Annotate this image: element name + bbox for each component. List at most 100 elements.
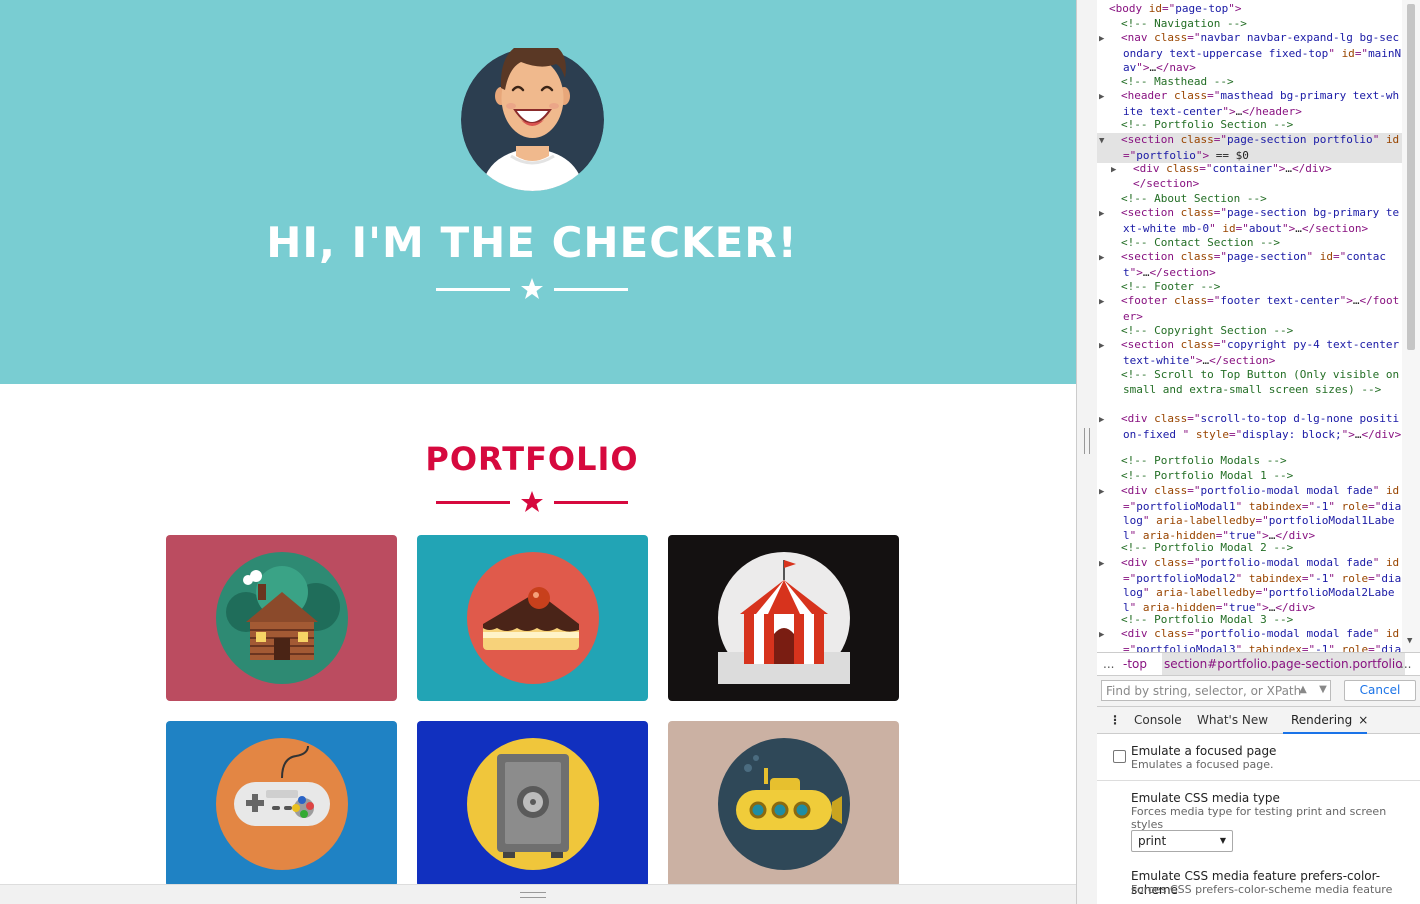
expand-arrow-icon[interactable]: ▶: [1099, 485, 1121, 500]
dom-token: =": [1354, 46, 1369, 60]
dom-tree-node[interactable]: ▶ <nav class="navbar navbar-expand-lg bg-…: [1097, 31, 1402, 76]
portfolio-item-cabin[interactable]: [166, 535, 397, 701]
breadcrumb-more-right[interactable]: ...: [1400, 653, 1411, 675]
dom-token: tabindex: [1248, 642, 1302, 652]
dom-token: ": [1372, 627, 1386, 640]
dom-token: <div: [1121, 627, 1155, 640]
dom-token: …: [1285, 162, 1292, 175]
dom-tree-node[interactable]: ▶ <div class="portfolio-modal modal fade"…: [1097, 484, 1402, 543]
dom-token: =": [1215, 600, 1229, 614]
emulate-focused-checkbox[interactable]: [1113, 750, 1126, 763]
dom-token: ": [1129, 600, 1143, 614]
collapse-arrow-icon[interactable]: ▼: [1099, 134, 1121, 149]
dom-tree-node[interactable]: <!-- Footer -->: [1097, 280, 1402, 295]
expand-arrow-icon[interactable]: ▶: [1099, 90, 1121, 105]
dom-token: </nav>: [1156, 61, 1196, 75]
expand-arrow-icon[interactable]: ▶: [1099, 557, 1121, 572]
dom-tree-node[interactable]: ▶ <div class="portfolio-modal modal fade"…: [1097, 627, 1402, 652]
dom-tree-node[interactable]: <!-- Copyright Section -->: [1097, 324, 1402, 339]
tab-whats-new[interactable]: What's New: [1197, 707, 1268, 733]
expand-arrow-icon[interactable]: ▶: [1099, 32, 1121, 47]
dom-tree-node[interactable]: <!-- Masthead -->: [1097, 75, 1402, 90]
dom-tree-node[interactable]: <!-- Portfolio Section -->: [1097, 118, 1402, 133]
dom-token: ">: [1272, 162, 1286, 175]
dom-tree-node[interactable]: ▼<body id="page-top">: [1097, 2, 1402, 18]
dom-token: == $0: [1209, 148, 1249, 162]
dom-tree-node[interactable]: <!-- Scroll to Top Button (Only visible …: [1097, 368, 1402, 397]
dom-token: =": [1228, 427, 1243, 441]
dom-tree-node[interactable]: ▼ <section class="page-section portfolio"…: [1097, 133, 1402, 164]
portfolio-item-safe[interactable]: [417, 721, 648, 887]
dom-token: ": [1328, 642, 1342, 652]
dom-tree-node[interactable]: </section>: [1097, 177, 1402, 192]
breadcrumb-item-body[interactable]: -top: [1123, 653, 1147, 675]
dom-tree-node[interactable]: ▶ <footer class="footer text-center">…</f…: [1097, 294, 1402, 324]
tab-console[interactable]: Console: [1134, 707, 1182, 733]
expand-arrow-icon[interactable]: ▶: [1099, 628, 1121, 643]
dom-tree-node[interactable]: <!-- Contact Section -->: [1097, 236, 1402, 251]
dom-tree-node[interactable]: ▶ <div class="scroll-to-top d-lg-none pos…: [1097, 412, 1402, 442]
scroll-down-icon[interactable]: ▼: [1407, 636, 1412, 646]
dom-token: </section>: [1301, 221, 1369, 235]
media-type-select[interactable]: print ▼: [1131, 830, 1233, 852]
dom-tree-node[interactable]: <!-- Portfolio Modal 1 -->: [1097, 469, 1402, 484]
dom-tree-node[interactable]: <!-- Navigation -->: [1097, 17, 1402, 32]
expand-arrow-icon[interactable]: ▶: [1099, 295, 1121, 310]
dom-token: =": [1123, 148, 1137, 162]
dom-token: ": [1182, 427, 1196, 441]
scrollbar-thumb[interactable]: [1407, 4, 1415, 350]
dom-token: class: [1154, 484, 1188, 497]
dom-token: class: [1154, 31, 1188, 44]
dom-token: =": [1301, 571, 1316, 585]
breadcrumb-more-left[interactable]: ...: [1103, 653, 1114, 675]
expand-arrow-icon[interactable]: ▶: [1099, 413, 1121, 428]
dom-token: <header: [1121, 89, 1174, 102]
portfolio-item-circus[interactable]: [668, 535, 899, 701]
portfolio-item-cake[interactable]: [417, 535, 648, 701]
dom-tree-node[interactable]: <!-- Portfolio Modal 2 -->: [1097, 541, 1402, 556]
dom-token: id: [1385, 556, 1400, 569]
dom-tree-node[interactable]: <!-- About Section -->: [1097, 192, 1402, 207]
dom-token: <div: [1133, 162, 1167, 175]
dom-token: aria-hidden: [1142, 600, 1216, 614]
dom-token: id: [1341, 46, 1355, 60]
chevron-up-icon[interactable]: ▲: [1294, 681, 1312, 699]
close-icon[interactable]: ×: [1358, 713, 1368, 727]
portfolio-item-game[interactable]: [166, 721, 397, 887]
dom-tree-node[interactable]: <!-- Portfolio Modals -->: [1097, 454, 1402, 469]
breadcrumb-item-current[interactable]: section#portfolio.page-section.portfolio: [1162, 653, 1405, 675]
dom-token: <!-- Scroll to Top Button (Only visible …: [1121, 368, 1400, 396]
dom-tree-node[interactable]: ▶ <section class="page-section" id="conta…: [1097, 250, 1402, 280]
dom-token: class: [1180, 250, 1214, 263]
gamepad-icon: [216, 738, 348, 870]
dom-tree-node[interactable]: ▶ <section class="copyright py-4 text-cen…: [1097, 338, 1402, 368]
cancel-button[interactable]: Cancel: [1344, 680, 1416, 701]
dom-token: …: [1295, 221, 1302, 235]
devtools-splitter[interactable]: [1076, 0, 1097, 904]
dom-token: ": [1328, 571, 1342, 585]
resize-grip-icon: [1084, 428, 1090, 454]
dom-token: =": [1187, 484, 1201, 497]
dom-tree-node[interactable]: ▶ <header class="masthead bg-primary text…: [1097, 89, 1402, 119]
dom-token: =": [1187, 556, 1201, 569]
expand-arrow-icon[interactable]: ▶: [1099, 207, 1121, 222]
elements-tree[interactable]: ▼<body id="page-top"><!-- Navigation -->…: [1097, 0, 1402, 652]
horizontal-resize-bar[interactable]: [0, 884, 1076, 904]
dom-tree-node[interactable]: <!-- Portfolio Modal 3 -->: [1097, 613, 1402, 628]
elements-scrollbar[interactable]: ▼: [1402, 0, 1420, 652]
chevron-down-icon[interactable]: ▼: [1314, 681, 1332, 699]
expand-arrow-icon[interactable]: ▶: [1099, 251, 1121, 266]
dom-token: ">: [1255, 528, 1269, 542]
dom-tree-node[interactable]: ▶ <div class="container">…</div>: [1097, 162, 1402, 178]
dom-token: ": [1372, 133, 1386, 146]
dom-token: -1: [1315, 571, 1329, 585]
expand-arrow-icon[interactable]: ▶: [1099, 339, 1121, 354]
dom-tree-node[interactable]: ▶ <section class="page-section bg-primary…: [1097, 206, 1402, 236]
collapse-arrow-icon[interactable]: ▼: [1099, 3, 1109, 18]
tab-rendering[interactable]: Rendering ×: [1283, 707, 1368, 734]
dom-tree-node[interactable]: ▶ <div class="portfolio-modal modal fade"…: [1097, 556, 1402, 615]
drawer-menu-icon[interactable]: ⋮: [1109, 707, 1121, 733]
expand-arrow-icon[interactable]: ▶: [1111, 163, 1133, 178]
dom-token: =": [1301, 642, 1316, 652]
portfolio-item-submarine[interactable]: [668, 721, 899, 887]
